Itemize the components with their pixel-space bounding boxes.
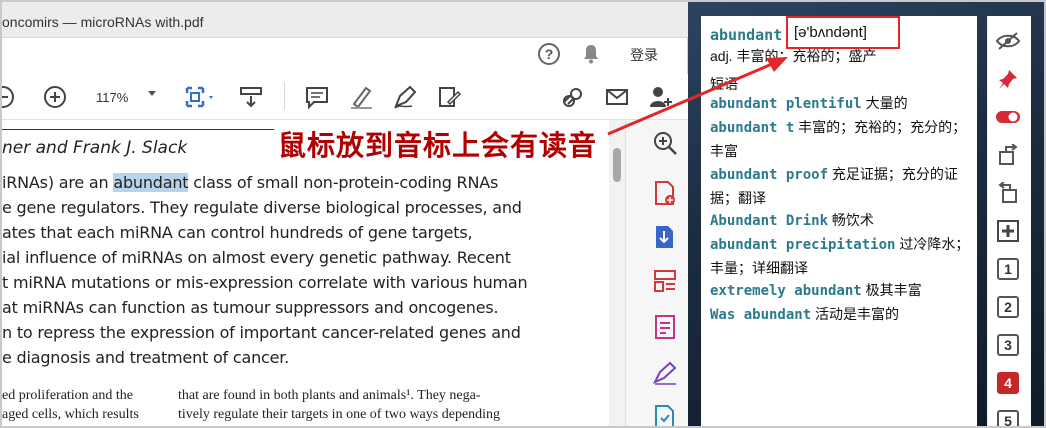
organize-pages-icon[interactable] <box>652 268 678 294</box>
link-icon <box>563 88 582 107</box>
scrollbar-thumb[interactable] <box>613 148 621 182</box>
column-right-line: tively regulate their targets in one of … <box>178 407 501 422</box>
export-pdf-icon[interactable] <box>652 224 678 250</box>
share-forward-icon <box>999 144 1018 165</box>
zoom-level-select[interactable]: 117% <box>84 86 164 110</box>
add-user-icon <box>650 87 672 107</box>
zoom-out-button[interactable] <box>2 84 16 110</box>
toggle-switch[interactable] <box>995 104 1021 130</box>
column-left-line: aged cells, which results <box>2 407 139 422</box>
paragraph-line: n to repress the expression of important… <box>2 323 521 342</box>
zoom-tool-icon[interactable] <box>652 130 678 156</box>
paragraph-line: iRNAs) are an abundant class of small no… <box>2 173 499 192</box>
fit-page-button[interactable] <box>184 84 218 110</box>
paragraph-line: ates that each miRNA can control hundred… <box>2 223 473 242</box>
toolbar-divider <box>284 82 285 110</box>
page-5-button[interactable]: 5 <box>997 410 1019 426</box>
comment-icon <box>306 87 328 110</box>
pin-icon <box>999 70 1017 89</box>
tools-panel <box>625 120 688 428</box>
zoom-in-icon <box>44 86 66 108</box>
draw-button[interactable] <box>392 84 418 110</box>
annotation-callout: 鼠标放到音标上会有读音 <box>278 129 598 162</box>
authors-line: ner and Frank J. Slack <box>2 138 188 158</box>
column-right-line: that are found in both plants and animal… <box>178 388 481 403</box>
share-back-icon <box>998 182 1017 203</box>
share-link-button[interactable] <box>560 84 586 110</box>
highlighted-word[interactable]: abundant <box>113 173 189 192</box>
phrase-entry[interactable]: abundant proof 充足证据；充分的证据；翻译 <box>710 163 972 210</box>
column-left-line: ed proliferation and the <box>2 388 134 403</box>
pen-icon <box>394 85 417 109</box>
paragraph-line: at miRNAs can function as tumour suppres… <box>2 298 499 317</box>
scroll-mode-button[interactable] <box>238 84 264 110</box>
paragraph-line: ial influence of miRNAs on almost every … <box>2 248 511 267</box>
part-of-speech-line: adj. 丰富的；充裕的；盛产 <box>710 48 877 64</box>
phrase-entry[interactable]: extremely abundant 极其丰富 <box>710 279 972 303</box>
paragraph-line: t miRNA mutations or mis-expression corr… <box>2 273 528 292</box>
document-page[interactable]: ner and Frank J. Slack iRNAs) are an abu… <box>2 120 609 426</box>
pin-button[interactable] <box>995 66 1021 92</box>
scrollbar[interactable] <box>609 120 625 426</box>
fit-page-icon <box>185 86 213 108</box>
zoom-out-icon <box>2 86 14 108</box>
bell-icon[interactable] <box>582 44 600 64</box>
hide-button[interactable] <box>995 28 1021 54</box>
title-bar: oncomirs — microRNAs with.pdf <box>2 2 688 38</box>
window-title: oncomirs — microRNAs with.pdf <box>2 14 204 30</box>
form-icon[interactable] <box>652 314 678 340</box>
mail-icon <box>606 89 628 105</box>
add-word-button[interactable] <box>995 218 1021 244</box>
paragraph-line: e gene regulators. They regulate diverse… <box>2 198 522 217</box>
help-button[interactable]: ? <box>538 43 560 65</box>
login-button[interactable]: 登录 <box>630 45 658 65</box>
edit-document-icon <box>439 87 462 107</box>
paragraph-line: e diagnosis and treatment of cancer. <box>2 348 290 367</box>
add-user-button[interactable] <box>648 84 674 110</box>
pdf-viewer-window: oncomirs — microRNAs with.pdf ? 登录 117% <box>2 2 688 428</box>
plus-square-icon <box>997 220 1019 242</box>
create-pdf-icon[interactable] <box>652 180 678 206</box>
phrase-entry[interactable]: Was abundant 活动是丰富的 <box>710 303 972 327</box>
chevron-down-icon <box>148 91 156 96</box>
header-rule <box>2 129 274 130</box>
page-4-button[interactable]: 4 <box>997 372 1019 394</box>
phrase-entry[interactable]: abundant plentiful 大量的 <box>710 92 972 116</box>
highlight-button[interactable] <box>348 84 374 110</box>
phrase-entry[interactable]: abundant t 丰富的；充裕的；充分的；丰富 <box>710 116 972 163</box>
edit-text-button[interactable] <box>436 84 462 110</box>
page-2-button[interactable]: 2 <box>997 296 1019 318</box>
dictionary-popup: abundant [ə'bʌndənt] adj. 丰富的；充裕的；盛产 短语 … <box>701 16 977 426</box>
highlighter-icon <box>351 86 372 109</box>
forward-button[interactable] <box>995 142 1021 168</box>
sign-icon[interactable] <box>652 360 678 386</box>
toolbar: 117% <box>2 74 688 120</box>
phonetic-text[interactable]: [ə'bʌndənt] <box>794 24 867 41</box>
back-button[interactable] <box>995 180 1021 206</box>
section-label: 短语 <box>710 76 738 92</box>
dictionary-headword: abundant <box>710 26 783 44</box>
screenshot-frame: oncomirs — microRNAs with.pdf ? 登录 117% <box>0 0 1046 428</box>
phrase-entry[interactable]: Abundant Drink 畅饮术 <box>710 209 972 233</box>
zoom-in-button[interactable] <box>42 84 68 110</box>
page-3-button[interactable]: 3 <box>997 334 1019 356</box>
toggle-icon <box>996 111 1020 123</box>
phrase-entry[interactable]: abundant precipitation 过冷降水；丰量；详细翻译 <box>710 233 972 280</box>
eye-off-icon <box>995 32 1021 50</box>
scroll-mode-icon <box>240 87 262 108</box>
comment-button[interactable] <box>304 84 330 110</box>
protect-pdf-icon[interactable] <box>652 404 678 428</box>
email-button[interactable] <box>604 84 630 110</box>
dictionary-side-toolbar: 1 2 3 4 5 <box>987 16 1031 426</box>
page-1-button[interactable]: 1 <box>997 258 1019 280</box>
